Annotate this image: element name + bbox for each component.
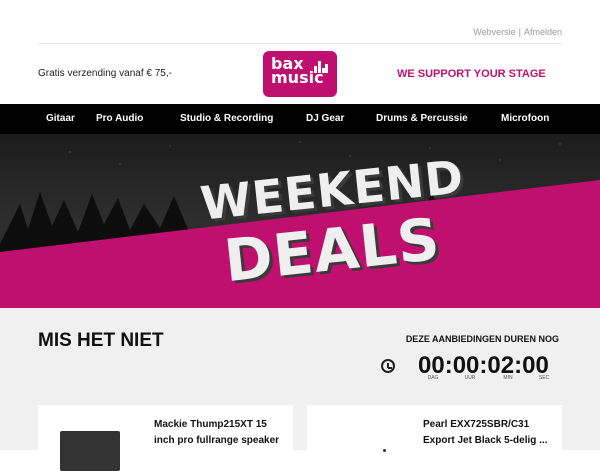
clock-icon bbox=[381, 359, 395, 373]
countdown-unit-days: DAG bbox=[427, 375, 439, 381]
logo-bars-icon bbox=[314, 61, 328, 73]
top-links: Webversie | Afmelden bbox=[473, 27, 562, 37]
product-name[interactable]: Pearl EXX725SBR/C31 Export Jet Black 5-d… bbox=[423, 417, 553, 449]
nav-item-pro-audio[interactable]: Pro Audio bbox=[96, 113, 143, 124]
free-shipping-text: Gratis verzending vanaf € 75,- bbox=[38, 68, 172, 79]
countdown-label: DEZE AANBIEDINGEN DUREN NOG bbox=[405, 334, 559, 344]
deals-section: MIS HET NIET DEZE AANBIEDINGEN DUREN NOG… bbox=[0, 308, 600, 471]
unsubscribe-link[interactable]: Afmelden bbox=[524, 27, 562, 37]
product-card[interactable]: Mackie Thump215XT 15 inch pro fullrange … bbox=[38, 405, 293, 471]
product-name[interactable]: Mackie Thump215XT 15 inch pro fullrange … bbox=[154, 417, 284, 449]
nav-item-microfoon[interactable]: Microfoon bbox=[501, 113, 549, 124]
countdown-unit-hours: UUR bbox=[464, 375, 476, 381]
product-image-drumkit[interactable] bbox=[383, 449, 386, 452]
nav-item-dj-gear[interactable]: DJ Gear bbox=[306, 113, 344, 124]
nav-item-gitaar[interactable]: Gitaar bbox=[46, 113, 75, 124]
slogan: WE SUPPORT YOUR STAGE bbox=[397, 68, 546, 80]
bax-music-logo[interactable]: bax music bbox=[263, 51, 337, 97]
header-divider bbox=[38, 43, 562, 44]
email-header: Webversie | Afmelden Gratis verzending van… bbox=[0, 0, 600, 104]
webversion-link[interactable]: Webversie bbox=[473, 27, 515, 37]
product-image-speaker[interactable] bbox=[60, 431, 120, 471]
section-title: MIS HET NIET bbox=[38, 330, 164, 351]
countdown-unit-minutes: MIN bbox=[503, 375, 513, 381]
countdown-unit-seconds: SEC bbox=[538, 375, 550, 381]
category-nav: Gitaar Pro Audio Studio & Recording DJ G… bbox=[0, 104, 600, 134]
link-separator: | bbox=[518, 27, 521, 37]
nav-item-studio-recording[interactable]: Studio & Recording bbox=[180, 113, 273, 124]
logo-text-music: music bbox=[271, 68, 324, 87]
nav-item-drums-percussie[interactable]: Drums & Percussie bbox=[376, 113, 468, 124]
product-card[interactable]: Pearl EXX725SBR/C31 Export Jet Black 5-d… bbox=[307, 405, 562, 465]
weekend-deals-banner[interactable]: WEEKEND DEALS bbox=[0, 134, 600, 308]
